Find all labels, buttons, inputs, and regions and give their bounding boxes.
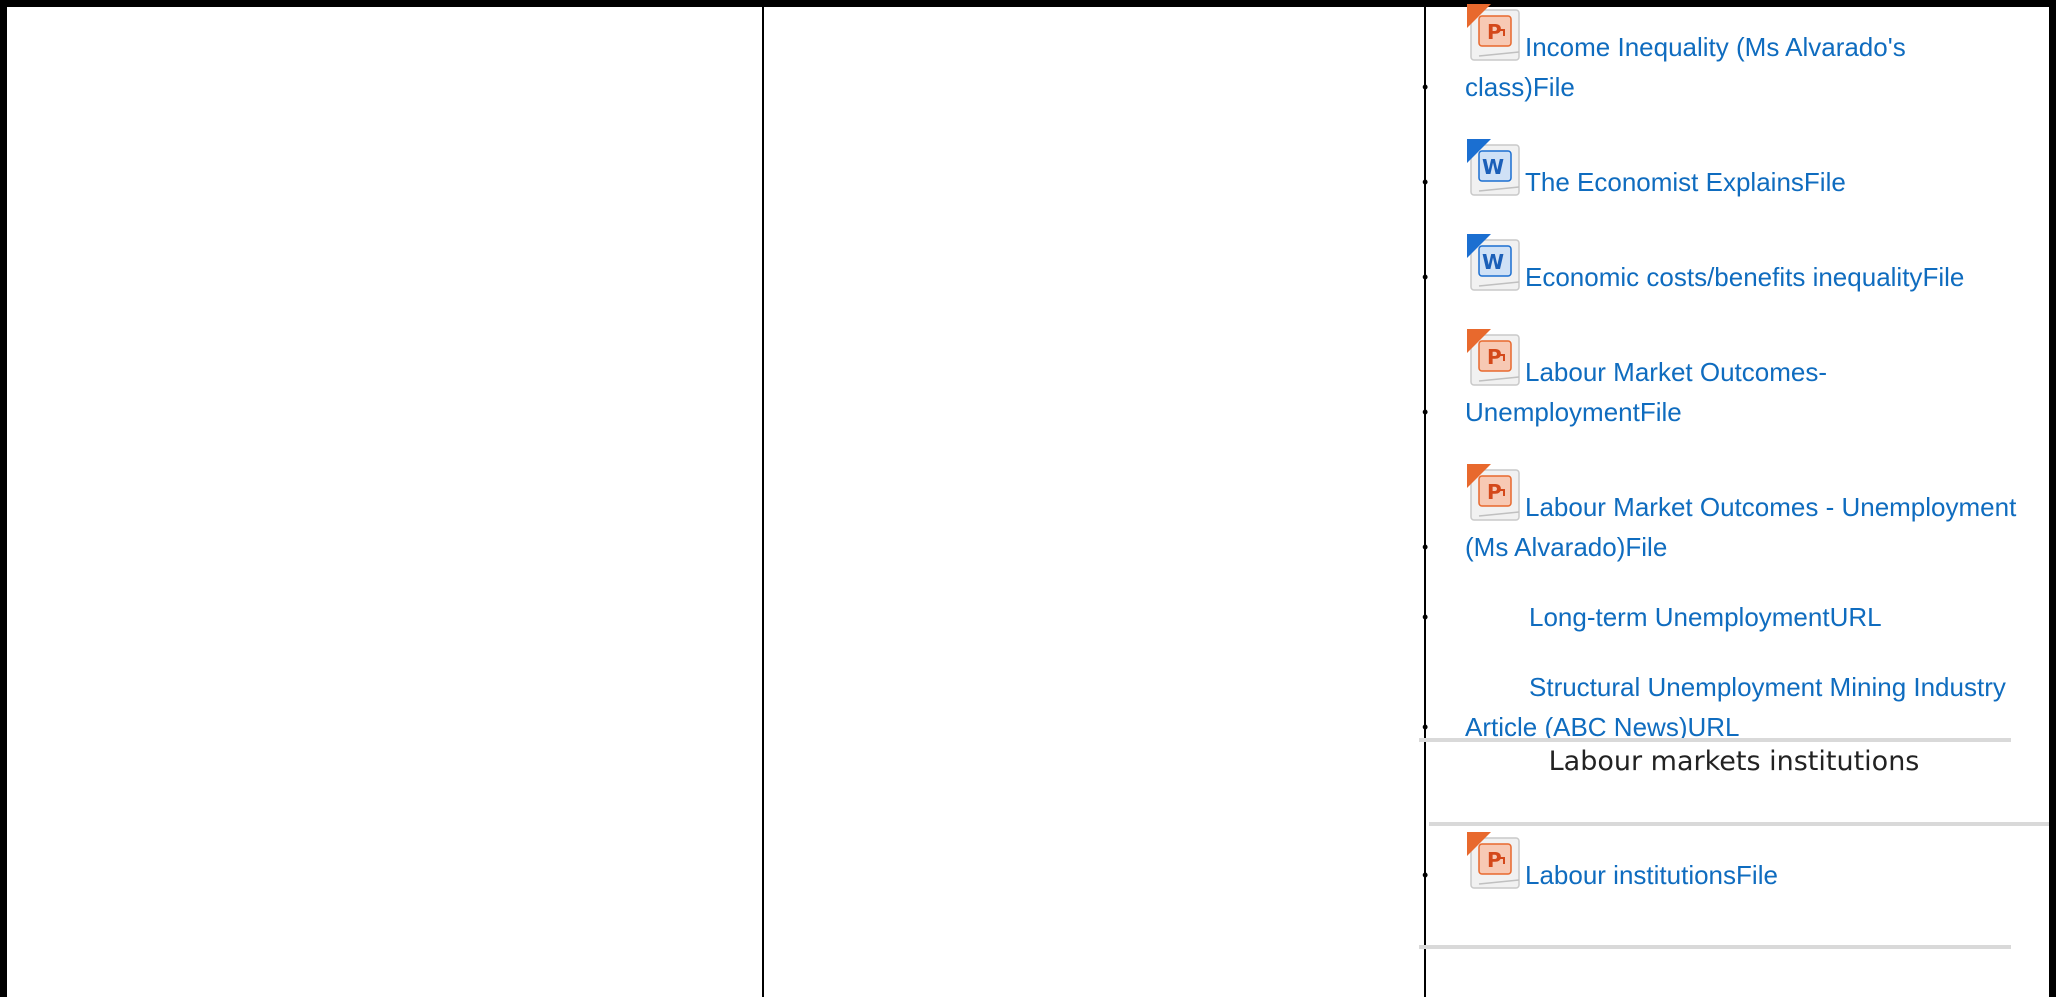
resource-link[interactable]: Structural Unemployment Mining Industry …	[1465, 672, 2006, 742]
resource-link[interactable]: Labour institutionsFile	[1465, 831, 1778, 890]
resource-item: • Labour institutionsFile	[1419, 830, 2019, 895]
resource-list: • Income Inequality (Ms Alvarado's class)…	[1419, 2, 2019, 747]
resource-title: Labour institutions	[1525, 860, 1737, 890]
powerpoint-file-icon	[1465, 3, 1525, 62]
resource-link[interactable]: The Economist ExplainsFile	[1465, 138, 1846, 197]
section-divider	[1419, 945, 2011, 949]
resource-column: • Income Inequality (Ms Alvarado's class)…	[1419, 0, 2049, 997]
resource-type-label: File	[1922, 262, 1965, 292]
resource-title: Income Inequality (Ms Alvarado's class)	[1465, 32, 1906, 102]
resource-link[interactable]: Labour Market Outcomes - Unemployment (M…	[1465, 463, 2017, 562]
resource-type-label: File	[1803, 167, 1846, 197]
resource-title: Economic costs/benefits inequality	[1525, 262, 1923, 292]
resource-link[interactable]: Income Inequality (Ms Alvarado's class)F…	[1465, 3, 1906, 102]
word-file-icon	[1465, 233, 1525, 292]
section-heading: Labour markets institutions	[1548, 746, 1920, 777]
resource-type-label: File	[1736, 860, 1778, 890]
resource-link[interactable]: Long-term UnemploymentURL	[1465, 602, 1882, 632]
resource-type-label: File	[1532, 72, 1575, 102]
resource-item: • Income Inequality (Ms Alvarado's class)…	[1419, 2, 2019, 107]
resource-type-label: File	[1625, 532, 1668, 562]
list-bullet: •	[1422, 172, 1429, 192]
resource-type-label: URL	[1829, 602, 1882, 632]
resource-list: • Labour institutionsFile	[1419, 830, 2019, 895]
section-divider	[1429, 822, 2049, 826]
resource-title: Labour Market Outcomes - Unemployment (M…	[1465, 492, 2017, 562]
list-bullet: •	[1422, 865, 1429, 885]
list-bullet: •	[1422, 607, 1429, 627]
resource-link[interactable]: Economic costs/benefits inequalityFile	[1465, 233, 1965, 292]
list-bullet: •	[1422, 267, 1429, 287]
resource-item: • Labour Market Outcomes- UnemploymentFil…	[1419, 327, 2019, 432]
resource-link[interactable]: Labour Market Outcomes- UnemploymentFile	[1465, 328, 1827, 427]
list-bullet: •	[1422, 537, 1429, 557]
resource-item: • Economic costs/benefits inequalityFile	[1419, 232, 2019, 297]
resource-item: • Labour Market Outcomes - Unemployment (…	[1419, 462, 2019, 567]
powerpoint-file-icon	[1465, 831, 1525, 890]
list-bullet: •	[1422, 77, 1429, 97]
url-link-icon	[1465, 672, 1529, 702]
resource-item: • Structural Unemployment Mining Industry…	[1419, 667, 2019, 747]
resource-item: • Long-term UnemploymentURL	[1419, 597, 2019, 637]
powerpoint-file-icon	[1465, 463, 1525, 522]
resource-title: Long-term Unemployment	[1529, 602, 1830, 632]
list-bullet: •	[1422, 402, 1429, 422]
column-divider	[762, 7, 764, 997]
resource-type-label: File	[1639, 397, 1682, 427]
resource-item: • The Economist ExplainsFile	[1419, 137, 2019, 202]
resource-title: The Economist Explains	[1525, 167, 1804, 197]
url-link-icon	[1465, 602, 1529, 632]
powerpoint-file-icon	[1465, 328, 1525, 387]
word-file-icon	[1465, 138, 1525, 197]
